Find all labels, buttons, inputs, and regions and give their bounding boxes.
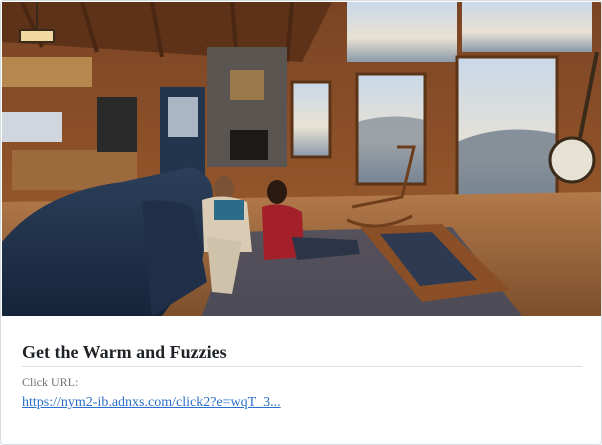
ad-card: Get the Warm and Fuzzies Click URL: http… xyxy=(0,0,602,445)
ad-title[interactable]: Get the Warm and Fuzzies xyxy=(22,317,582,363)
cabin-living-room-photo xyxy=(2,2,601,316)
divider xyxy=(22,366,582,367)
click-url-label: Click URL: xyxy=(22,375,79,389)
ad-content: Get the Warm and Fuzzies Click URL: http… xyxy=(22,317,582,411)
hero-image[interactable] xyxy=(2,2,601,316)
click-url-link[interactable]: https://nym2-ib.adnxs.com/click2?e=wqT_3… xyxy=(22,395,281,411)
